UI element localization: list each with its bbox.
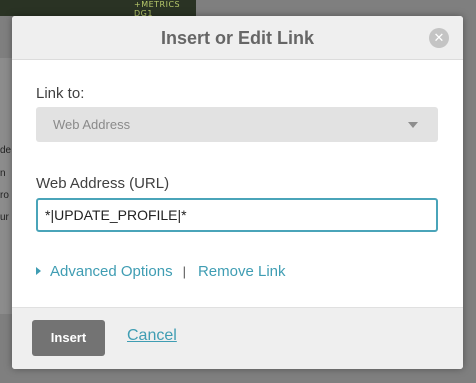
url-label: Web Address (URL) [36, 175, 170, 192]
url-input[interactable] [36, 198, 438, 232]
dialog-header: Insert or Edit Link ✕ [12, 16, 463, 60]
dialog-footer: Insert Cancel [12, 307, 463, 369]
close-icon[interactable]: ✕ [429, 28, 449, 48]
advanced-options-link[interactable]: Advanced Options [50, 263, 173, 280]
background-logo-text: +METRICS DG1 [134, 0, 181, 16]
link-type-selected-value: Web Address [53, 117, 131, 132]
dialog-title: Insert or Edit Link [160, 28, 315, 48]
background-text-snippet: n [0, 168, 6, 179]
background-text-snippet: ro [0, 190, 9, 201]
background-text-snippet: de [0, 145, 12, 156]
caret-right-icon[interactable] [36, 267, 41, 275]
background-content-strip [0, 58, 12, 314]
chevron-down-icon [408, 122, 418, 128]
link-separator: | [182, 263, 186, 279]
link-to-label: Link to: [36, 85, 85, 102]
remove-link-link[interactable]: Remove Link [198, 263, 286, 280]
link-dialog: Insert or Edit Link ✕ Link to: Web Addre… [12, 16, 463, 369]
insert-button[interactable]: Insert [32, 320, 105, 356]
link-type-select[interactable]: Web Address [36, 107, 438, 142]
cancel-link[interactable]: Cancel [127, 327, 177, 345]
background-text-snippet: ur [0, 212, 9, 223]
dialog-links-row: Advanced Options | Remove Link [36, 261, 286, 281]
